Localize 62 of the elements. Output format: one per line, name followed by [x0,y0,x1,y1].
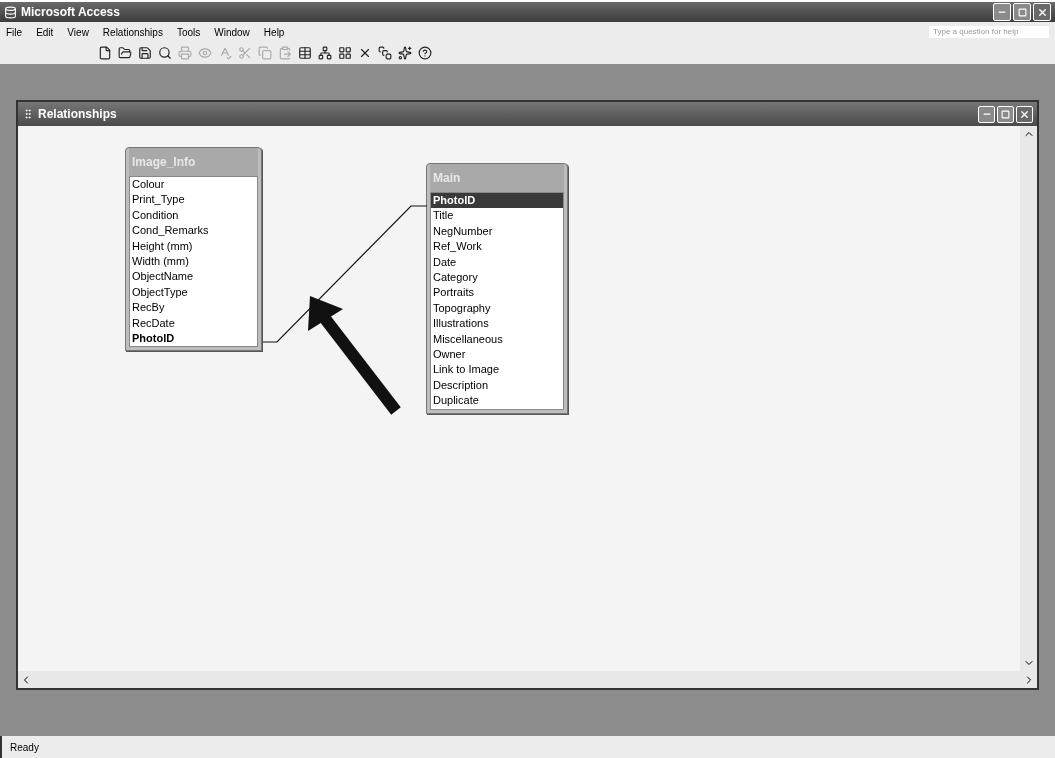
menu-item[interactable]: Tools [176,24,201,40]
grid-icon[interactable] [338,46,352,60]
field-item[interactable]: RecDate [130,315,257,332]
new-file-icon[interactable] [98,46,112,60]
field-item[interactable]: Date [431,254,563,271]
field-item[interactable]: Condition [130,207,257,224]
field-item[interactable]: Description [431,377,563,394]
menu-item[interactable]: Edit [36,24,54,40]
field-item[interactable]: ObjectType [130,284,257,301]
field-item[interactable]: Portraits [431,285,563,301]
save-icon[interactable] [138,46,152,60]
help-icon[interactable] [418,46,432,60]
field-item[interactable]: ObjectName [130,269,257,285]
maximize-icon [1001,109,1010,119]
menu-item[interactable]: View [67,24,89,40]
close-icon [1019,108,1030,120]
maximize-icon [1017,7,1027,17]
field-item[interactable]: Print_Type [130,192,257,208]
open-folder-icon[interactable] [118,46,132,60]
field-item[interactable]: Colour [130,177,257,193]
app-icon [4,5,17,19]
delete-icon[interactable] [358,46,372,60]
table-title: Image_Info [129,148,258,176]
horizontal-scrollbar[interactable] [18,671,1037,688]
field-item[interactable]: Owner [431,347,563,363]
status-text: Ready [10,740,39,755]
vertical-scrollbar[interactable] [1020,126,1037,671]
field-item[interactable]: PhotoID [130,331,257,347]
minimize-button[interactable] [978,105,995,123]
close-button[interactable] [1016,105,1033,123]
window-title: Microsoft Access [21,4,120,21]
maximize-button[interactable] [1013,3,1031,21]
field-item[interactable]: Width (mm) [130,254,257,270]
table-icon[interactable] [298,46,312,60]
table-window[interactable]: Image_Info Colour Print_Type Condition Cond_Remarks Height (mm) Width (mm) ObjectName ObjectType RecBy RecDate PhotoID [125,147,262,352]
field-item[interactable]: Link to Image [431,362,563,378]
field-item[interactable]: Duplicate [431,393,563,409]
close-icon [1036,6,1048,18]
table-window[interactable]: Main PhotoID Title NegNumber Ref_Work Date Category Portraits Topography Illustrations Miscellaneous Owner Link to Image Description Duplicate [426,163,568,414]
help-field[interactable]: Type a question for help [929,26,1049,38]
menu-item[interactable]: Window [214,24,250,40]
field-item[interactable]: PhotoID [431,193,563,209]
menu-item[interactable]: Help [263,24,285,40]
search-icon[interactable] [158,46,172,60]
menu-item[interactable]: File [6,24,23,40]
minimize-button[interactable] [993,3,1011,21]
field-item[interactable]: Ref_Work [431,239,563,255]
maximize-button[interactable] [997,105,1014,123]
field-item[interactable]: Cond_Remarks [130,223,257,239]
menu-item[interactable]: Relationships [102,24,163,40]
field-item[interactable]: Category [431,270,563,286]
field-item[interactable]: RecBy [130,300,257,316]
close-button[interactable] [1033,3,1051,21]
table-title: Main [430,164,564,192]
field-item[interactable]: Height (mm) [130,238,257,255]
field-item[interactable]: NegNumber [431,223,563,240]
field-item[interactable]: Miscellaneous [431,331,563,348]
relationship-icon[interactable] [318,46,332,60]
field-item[interactable]: Topography [431,300,563,317]
field-item[interactable]: Title [431,208,563,224]
child-window-title: Relationships [38,106,117,123]
field-item[interactable]: Illustrations [431,316,563,332]
